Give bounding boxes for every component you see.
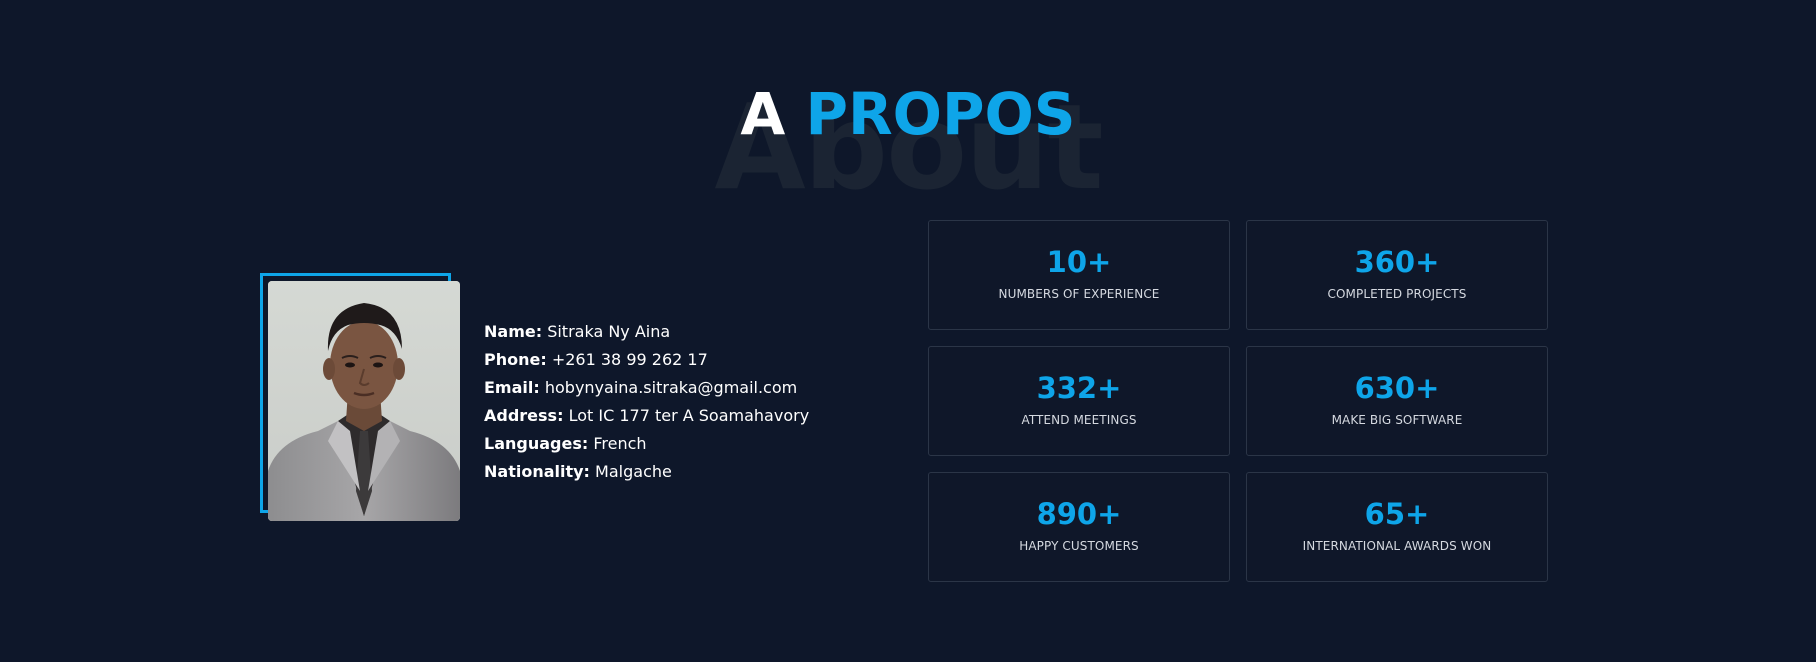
profile-value: Malgache (595, 462, 672, 481)
stat-card-customers: 890+ HAPPY CUSTOMERS (928, 472, 1230, 582)
about-section: About A PROPOS Name: Sitraka Ny Aina Pho… (0, 0, 1816, 662)
profile-label: Nationality: (484, 462, 590, 481)
profile-photo (268, 281, 460, 521)
stats-grid: 10+ NUMBERS OF EXPERIENCE 360+ COMPLETED… (928, 220, 1548, 582)
stat-number: 360+ (1354, 245, 1440, 279)
stat-card-experience: 10+ NUMBERS OF EXPERIENCE (928, 220, 1230, 330)
stat-card-projects: 360+ COMPLETED PROJECTS (1246, 220, 1548, 330)
profile-label: Languages: (484, 434, 589, 453)
stat-number: 332+ (1036, 371, 1122, 405)
section-title: A PROPOS (0, 80, 1816, 148)
profile-details: Name: Sitraka Ny Aina Phone: +261 38 99 … (484, 318, 809, 486)
stat-number: 630+ (1354, 371, 1440, 405)
profile-label: Name: (484, 322, 543, 341)
stat-number: 65+ (1364, 497, 1430, 531)
profile-row-languages: Languages: French (484, 430, 809, 458)
profile-label: Phone: (484, 350, 547, 369)
profile-value: +261 38 99 262 17 (551, 350, 708, 369)
stat-card-software: 630+ MAKE BIG SOFTWARE (1246, 346, 1548, 456)
profile-value: French (593, 434, 647, 453)
stat-label: HAPPY CUSTOMERS (1019, 539, 1139, 553)
profile-value: Lot IC 177 ter A Soamahavory (568, 406, 810, 425)
profile-value: Sitraka Ny Aina (547, 322, 671, 341)
stat-label: COMPLETED PROJECTS (1327, 287, 1467, 301)
profile-label: Address: (484, 406, 564, 425)
title-word-propos: PROPOS (805, 80, 1076, 148)
stat-label: MAKE BIG SOFTWARE (1331, 413, 1463, 427)
profile-row-email: Email: hobynyaina.sitraka@gmail.com (484, 374, 809, 402)
stat-card-meetings: 332+ ATTEND MEETINGS (928, 346, 1230, 456)
title-word-a: A (740, 80, 786, 148)
stat-number: 890+ (1036, 497, 1122, 531)
profile-row-phone: Phone: +261 38 99 262 17 (484, 346, 809, 374)
stat-card-awards: 65+ INTERNATIONAL AWARDS WON (1246, 472, 1548, 582)
stat-label: NUMBERS OF EXPERIENCE (998, 287, 1160, 301)
stat-number: 10+ (1046, 245, 1112, 279)
profile-value: hobynyaina.sitraka@gmail.com (544, 378, 798, 397)
stat-label: ATTEND MEETINGS (1021, 413, 1137, 427)
profile-row-name: Name: Sitraka Ny Aina (484, 318, 809, 346)
stat-label: INTERNATIONAL AWARDS WON (1302, 539, 1492, 553)
profile-row-address: Address: Lot IC 177 ter A Soamahavory (484, 402, 809, 430)
profile-label: Email: (484, 378, 540, 397)
section-header: About A PROPOS (0, 60, 1816, 210)
profile-row-nationality: Nationality: Malgache (484, 458, 809, 486)
person-portrait-image (268, 281, 460, 521)
